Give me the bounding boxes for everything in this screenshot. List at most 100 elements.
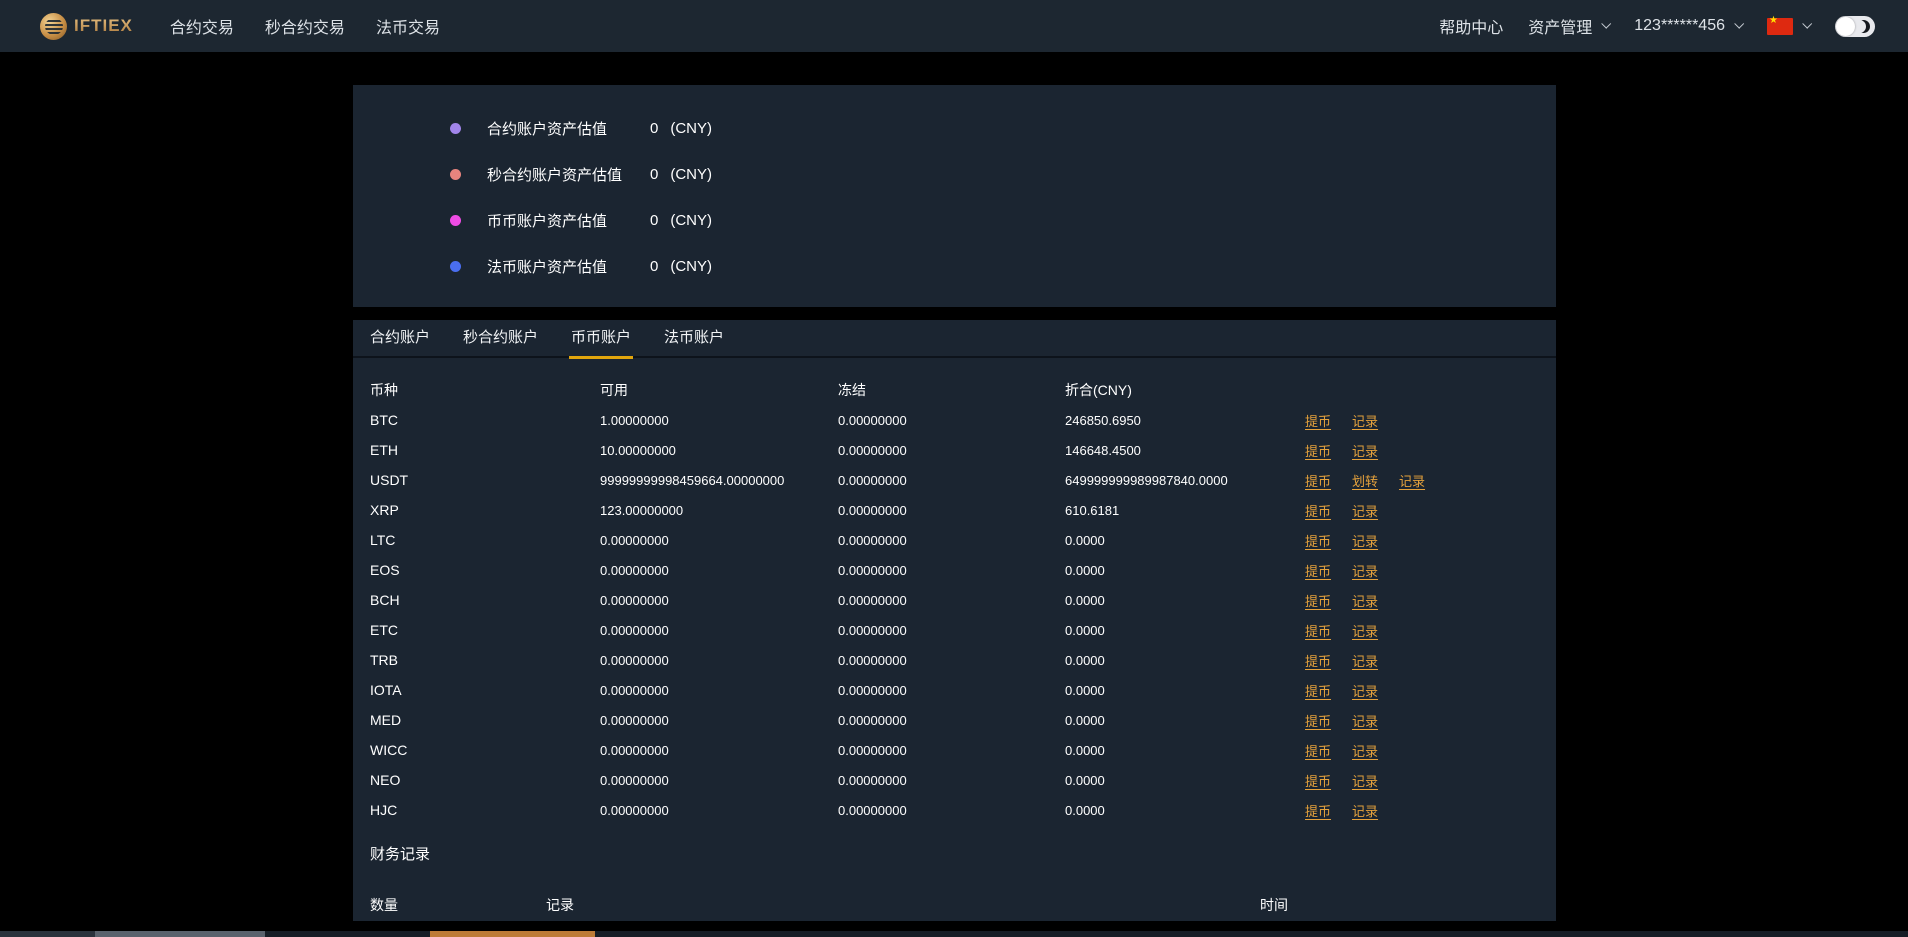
nav-link-0[interactable]: 合约交易: [170, 14, 234, 38]
navbar-right: 帮助中心 资产管理 123******456 ★: [1439, 14, 1875, 38]
record-link[interactable]: 记录: [1352, 441, 1378, 460]
main-nav: 合约交易 秒合约交易 法币交易: [170, 14, 440, 38]
record-link[interactable]: 记录: [1352, 801, 1378, 820]
tab-3[interactable]: 法币账户: [664, 319, 724, 357]
record-link[interactable]: 记录: [1352, 411, 1378, 430]
row-actions: 提币 记录: [1305, 411, 1556, 430]
row-actions: 提币 记录: [1305, 441, 1556, 460]
record-link[interactable]: 记录: [1399, 471, 1425, 490]
coin-name: WICC: [370, 742, 408, 758]
record-link[interactable]: 记录: [1352, 561, 1378, 580]
summary-value: 0: [650, 211, 659, 229]
coin-name: NEO: [370, 772, 401, 788]
frozen-value: 0.00000000: [838, 712, 907, 728]
brand-name: IFTIEX: [74, 16, 133, 35]
cny-value: 649999999989987840.0000: [1065, 472, 1228, 488]
cny-value: 0.0000: [1065, 772, 1105, 788]
finance-col-header: 时间: [1260, 897, 1288, 913]
row-actions: 提币 记录: [1305, 741, 1556, 760]
language-selector[interactable]: ★: [1767, 15, 1813, 35]
strip-segment: [0, 931, 95, 937]
record-link[interactable]: 记录: [1352, 621, 1378, 640]
table-row: BTC 1.00000000 0.00000000 246850.6950 提币 记录: [353, 405, 1556, 435]
withdraw-link[interactable]: 提币: [1305, 561, 1331, 580]
row-actions: 提币 记录: [1305, 621, 1556, 640]
finance-table-header: 数量 记录 时间: [353, 890, 1556, 920]
record-link[interactable]: 记录: [1352, 501, 1378, 520]
cny-value: 610.6181: [1065, 502, 1120, 518]
withdraw-link[interactable]: 提币: [1305, 471, 1331, 490]
record-link[interactable]: 记录: [1352, 771, 1378, 790]
bottom-strip: [0, 931, 1908, 937]
cny-value: 246850.6950: [1065, 412, 1141, 428]
summary-label: 秒合约账户资产估值: [487, 166, 623, 184]
cny-value: 0.0000: [1065, 532, 1105, 548]
asset-summary-panel: 合约账户资产估值 0 (CNY) 秒合约账户资产估值 0 (CNY) 币币账户资产估值 0 (C…: [353, 85, 1556, 307]
chevron-down-icon: [1734, 18, 1745, 29]
brand-coin-icon: [40, 12, 67, 40]
table-row: MED 0.00000000 0.00000000 0.0000 提币 记录: [353, 705, 1556, 735]
withdraw-link[interactable]: 提币: [1305, 681, 1331, 700]
tab-2[interactable]: 币币账户: [569, 319, 634, 359]
withdraw-link[interactable]: 提币: [1305, 501, 1331, 520]
table-row: LTC 0.00000000 0.00000000 0.0000 提币 记录: [353, 525, 1556, 555]
summary-label: 币币账户资产估值: [487, 212, 608, 230]
coin-name: BTC: [370, 412, 398, 428]
transfer-link[interactable]: 划转: [1352, 471, 1378, 490]
frozen-value: 0.00000000: [838, 622, 907, 638]
summary-value: 0: [650, 119, 659, 137]
nav-link-2[interactable]: 法币交易: [376, 14, 440, 38]
available-value: 0.00000000: [600, 592, 669, 608]
withdraw-link[interactable]: 提币: [1305, 711, 1331, 730]
withdraw-link[interactable]: 提币: [1305, 801, 1331, 820]
summary-unit: (CNY): [670, 119, 713, 137]
strip-segment: [430, 931, 595, 937]
cny-value: 146648.4500: [1065, 442, 1141, 458]
table-row: USDT 99999999998459664.00000000 0.00000000…: [353, 465, 1556, 495]
chevron-down-icon: [1601, 18, 1612, 29]
cny-value: 0.0000: [1065, 742, 1105, 758]
withdraw-link[interactable]: 提币: [1305, 531, 1331, 550]
frozen-value: 0.00000000: [838, 802, 907, 818]
finance-col-header: 数量: [370, 897, 398, 913]
withdraw-link[interactable]: 提币: [1305, 591, 1331, 610]
account-menu[interactable]: 123******456: [1634, 17, 1745, 35]
strip-segment: [595, 931, 1908, 937]
record-link[interactable]: 记录: [1352, 681, 1378, 700]
withdraw-link[interactable]: 提币: [1305, 441, 1331, 460]
available-value: 0.00000000: [600, 682, 669, 698]
wallet-table-body: BTC 1.00000000 0.00000000 246850.6950 提币 记录 ET…: [353, 405, 1556, 825]
withdraw-link[interactable]: 提币: [1305, 621, 1331, 640]
available-value: 0.00000000: [600, 652, 669, 668]
theme-toggle[interactable]: [1835, 15, 1875, 37]
frozen-value: 0.00000000: [838, 442, 907, 458]
cny-value: 0.0000: [1065, 592, 1105, 608]
record-link[interactable]: 记录: [1352, 711, 1378, 730]
record-link[interactable]: 记录: [1352, 591, 1378, 610]
tab-1[interactable]: 秒合约账户: [463, 319, 538, 357]
withdraw-link[interactable]: 提币: [1305, 771, 1331, 790]
asset-management-menu[interactable]: 资产管理: [1528, 14, 1612, 38]
nav-link-1[interactable]: 秒合约交易: [265, 14, 345, 38]
frozen-value: 0.00000000: [838, 502, 907, 518]
row-actions: 提币 记录: [1305, 531, 1556, 550]
row-actions: 提币 记录: [1305, 561, 1556, 580]
withdraw-link[interactable]: 提币: [1305, 411, 1331, 430]
wallet-table-header: 币种 可用 冻结 折合(CNY): [353, 375, 1556, 405]
summary-label: 法币账户资产估值: [487, 258, 608, 276]
tab-0[interactable]: 合约账户: [370, 319, 430, 357]
withdraw-link[interactable]: 提币: [1305, 651, 1331, 670]
record-link[interactable]: 记录: [1352, 741, 1378, 760]
record-link[interactable]: 记录: [1352, 531, 1378, 550]
table-row: TRB 0.00000000 0.00000000 0.0000 提币 记录: [353, 645, 1556, 675]
frozen-value: 0.00000000: [838, 562, 907, 578]
row-actions: 提币 划转 记录: [1305, 471, 1556, 490]
brand-logo[interactable]: IFTIEX: [40, 12, 133, 40]
withdraw-link[interactable]: 提币: [1305, 741, 1331, 760]
cny-value: 0.0000: [1065, 652, 1105, 668]
record-link[interactable]: 记录: [1352, 651, 1378, 670]
available-value: 10.00000000: [600, 442, 676, 458]
cny-value: 0.0000: [1065, 682, 1105, 698]
help-center-link[interactable]: 帮助中心: [1439, 14, 1503, 38]
accounts-panel: 合约账户 秒合约账户 币币账户 法币账户 币种 可用 冻结 折合(CNY) BTC 1.000…: [353, 320, 1556, 921]
